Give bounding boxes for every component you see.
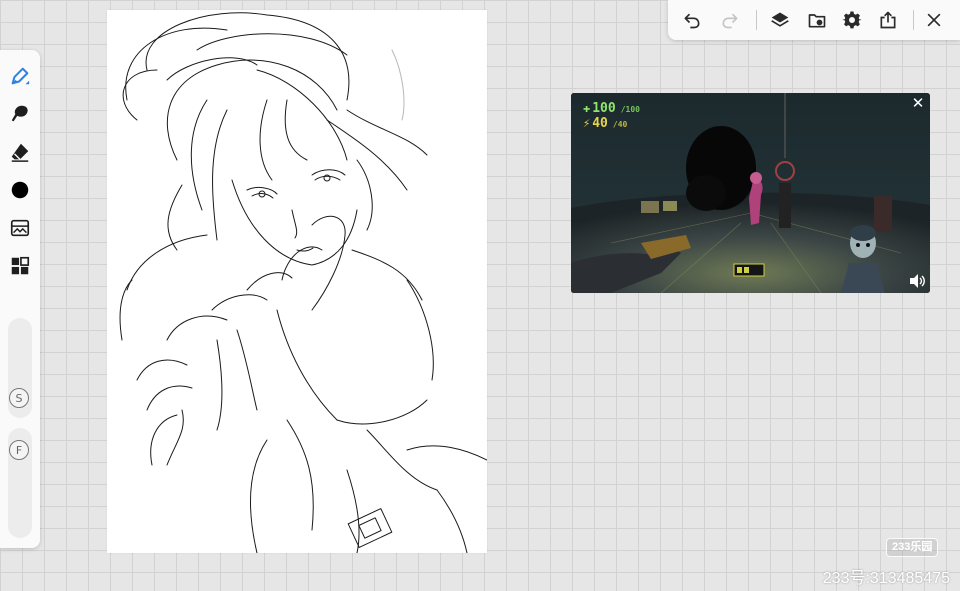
smudge-icon <box>11 105 28 122</box>
reference-image-button[interactable] <box>805 8 829 32</box>
settings-button[interactable] <box>840 8 864 32</box>
toolbar-divider <box>756 10 757 30</box>
gallery-icon <box>10 219 30 237</box>
hud-health-value: 100 <box>592 101 616 116</box>
drawing-canvas[interactable] <box>107 10 487 553</box>
video-close-button[interactable]: ✕ <box>910 95 926 111</box>
layers-icon <box>771 12 789 27</box>
close-button[interactable] <box>922 8 946 32</box>
size-slider-handle[interactable]: S <box>9 388 29 408</box>
hud-health: ✚ 100 /100 <box>583 101 640 116</box>
hud-health-max: /100 <box>620 105 640 114</box>
redo-icon <box>722 13 738 29</box>
watermark-id: 233号:313485475 <box>822 570 950 587</box>
gear-icon <box>842 11 862 29</box>
brush-tool-button[interactable] <box>4 62 36 90</box>
size-slider-label: S <box>15 391 23 405</box>
flow-slider-label: F <box>15 443 23 457</box>
undo-button[interactable] <box>680 8 704 32</box>
smudge-tool-button[interactable] <box>4 100 36 128</box>
armor-bolt-icon: ⚡ <box>583 116 591 130</box>
reference-tool-button[interactable] <box>4 214 36 242</box>
hud-armor-value: 40 <box>592 116 608 131</box>
left-toolbar: S F <box>0 50 40 548</box>
health-plus-icon: ✚ <box>583 101 591 115</box>
gallery-import-icon <box>808 14 826 28</box>
line-art-drawing <box>119 12 487 553</box>
grid-icon <box>11 256 30 275</box>
eraser-icon <box>11 143 29 162</box>
quick-menu-button[interactable] <box>4 252 36 280</box>
close-icon <box>927 13 941 27</box>
hud-armor-max: /40 <box>612 120 628 129</box>
volume-button[interactable] <box>908 273 926 289</box>
video-overlay[interactable]: ✚ 100 /100 ⚡ 40 /40 ✕ <box>571 93 930 293</box>
flow-slider-handle[interactable]: F <box>9 440 29 460</box>
share-button[interactable] <box>876 8 900 32</box>
color-picker-button[interactable] <box>4 176 36 204</box>
hud-armor: ⚡ 40 /40 <box>583 116 627 131</box>
top-toolbar <box>668 0 960 40</box>
share-icon <box>880 11 896 29</box>
eraser-tool-button[interactable] <box>4 138 36 166</box>
color-swatch-icon <box>11 181 29 199</box>
layers-button[interactable] <box>768 8 792 32</box>
brush-icon <box>11 67 30 85</box>
redo-button[interactable] <box>718 8 742 32</box>
volume-icon <box>910 274 925 288</box>
toolbar-divider <box>913 10 914 30</box>
watermark-logo: 233乐园 <box>886 538 939 557</box>
undo-icon <box>684 13 700 29</box>
